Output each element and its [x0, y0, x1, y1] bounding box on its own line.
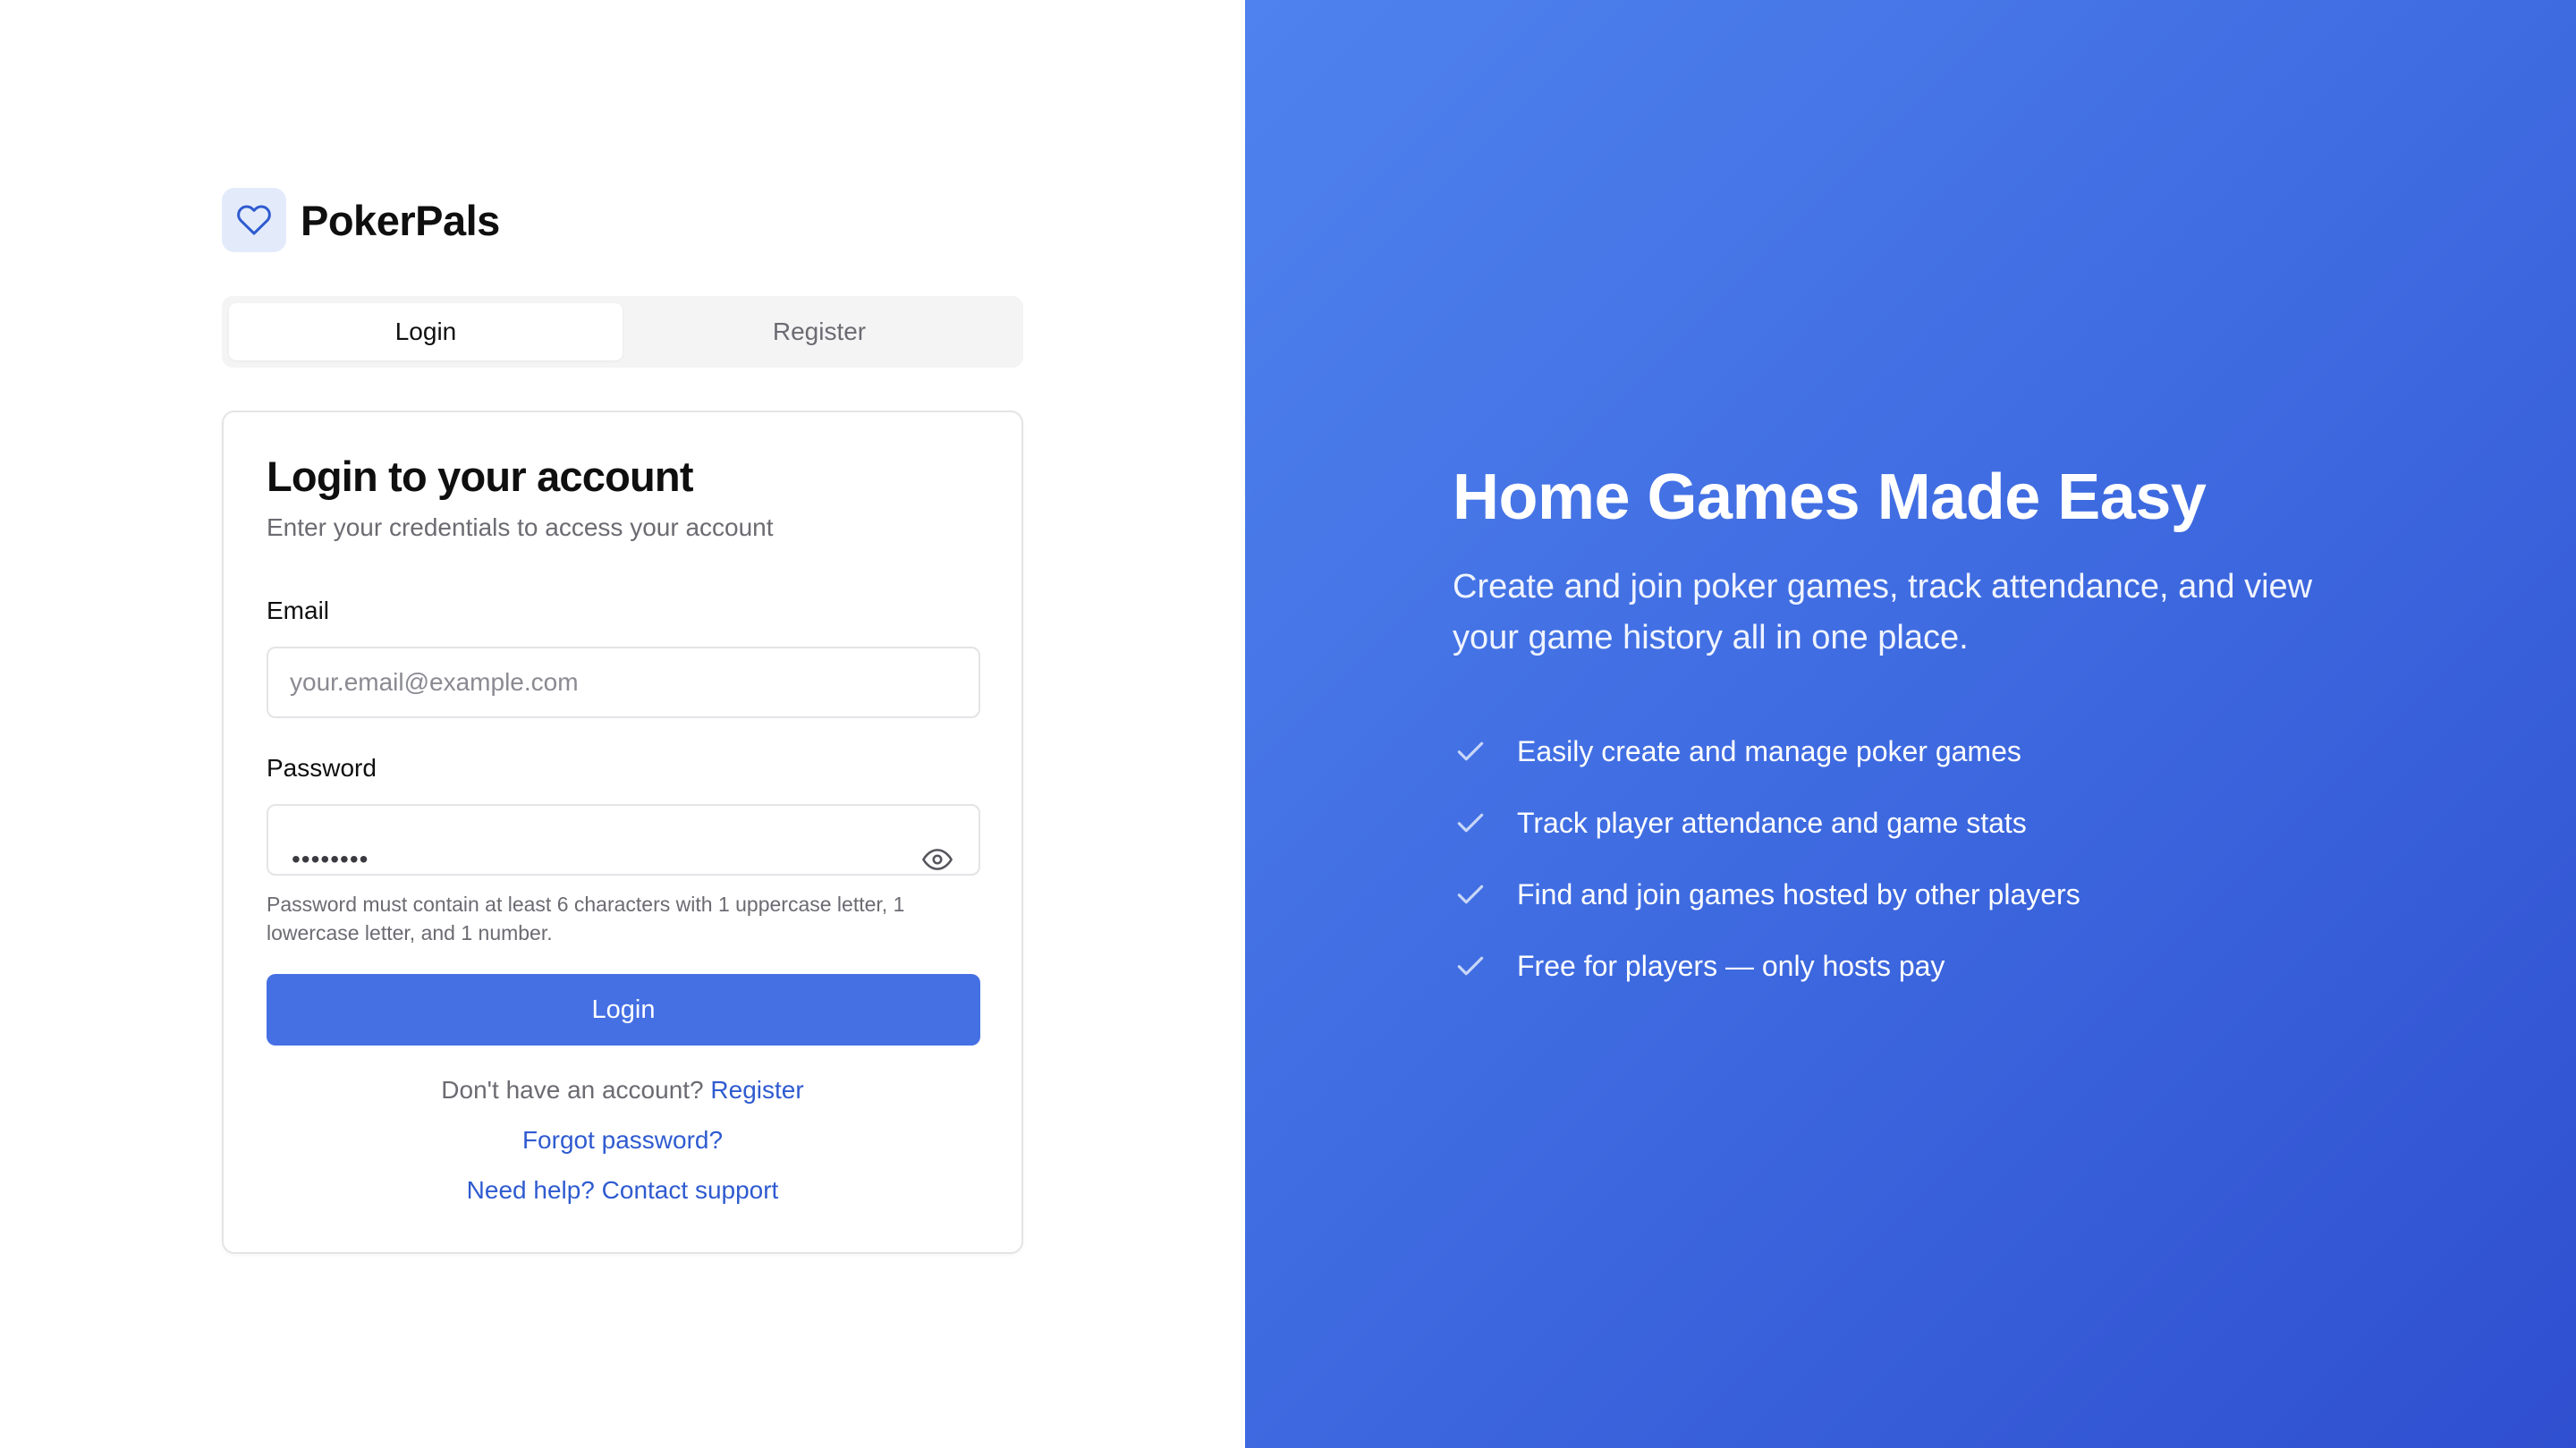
- check-icon: [1453, 876, 1488, 912]
- feature-text: Easily create and manage poker games: [1517, 734, 2021, 767]
- tab-register[interactable]: Register: [623, 303, 1016, 360]
- brand-logo: [222, 188, 286, 252]
- heart-icon: [237, 205, 271, 235]
- register-prompt: Don't have an account? Register: [224, 1076, 1021, 1105]
- card-subtitle: Enter your credentials to access your ac…: [267, 513, 774, 541]
- contact-support-link[interactable]: Need help? Contact support: [467, 1176, 779, 1204]
- forgot-password-link[interactable]: Forgot password?: [522, 1126, 723, 1154]
- card-title: Login to your account: [267, 453, 693, 500]
- feature-text: Track player attendance and game stats: [1517, 806, 2027, 839]
- login-panel: PokerPals Login Register Login to your a…: [0, 0, 1245, 1448]
- login-card: Login to your account Enter your credent…: [222, 411, 1023, 1254]
- register-link[interactable]: Register: [710, 1076, 803, 1104]
- auth-tabs: Login Register: [222, 296, 1023, 368]
- forgot-row: Forgot password?: [224, 1126, 1021, 1155]
- brand: PokerPals: [222, 188, 500, 252]
- hero-panel: Home Games Made Easy Create and join pok…: [1245, 0, 2576, 1448]
- check-icon: [1453, 948, 1488, 984]
- feature-item: Find and join games hosted by other play…: [1453, 859, 2080, 930]
- password-hint: Password must contain at least 6 charact…: [267, 893, 905, 944]
- brand-name: PokerPals: [301, 196, 500, 244]
- feature-text: Free for players — only hosts pay: [1517, 949, 1945, 982]
- email-label: Email: [267, 597, 330, 624]
- tab-login[interactable]: Login: [229, 303, 623, 360]
- email-field[interactable]: [267, 647, 980, 718]
- check-icon: [1453, 733, 1488, 769]
- hero-subtitle: Create and join poker games, track atten…: [1453, 568, 2313, 656]
- support-row: Need help? Contact support: [224, 1176, 1021, 1205]
- hero-title: Home Games Made Easy: [1453, 461, 2207, 533]
- check-icon: [1453, 805, 1488, 841]
- password-field[interactable]: [267, 804, 980, 876]
- feature-item: Track player attendance and game stats: [1453, 787, 2080, 859]
- eye-icon[interactable]: [921, 843, 953, 876]
- feature-item: Free for players — only hosts pay: [1453, 930, 2080, 1002]
- login-button[interactable]: Login: [267, 974, 980, 1046]
- feature-item: Easily create and manage poker games: [1453, 716, 2080, 787]
- password-value: ••••••••: [292, 845, 369, 873]
- feature-list: Easily create and manage poker games Tra…: [1453, 716, 2080, 1002]
- no-account-text: Don't have an account?: [441, 1076, 704, 1104]
- feature-text: Find and join games hosted by other play…: [1517, 877, 2080, 910]
- password-label: Password: [267, 754, 377, 782]
